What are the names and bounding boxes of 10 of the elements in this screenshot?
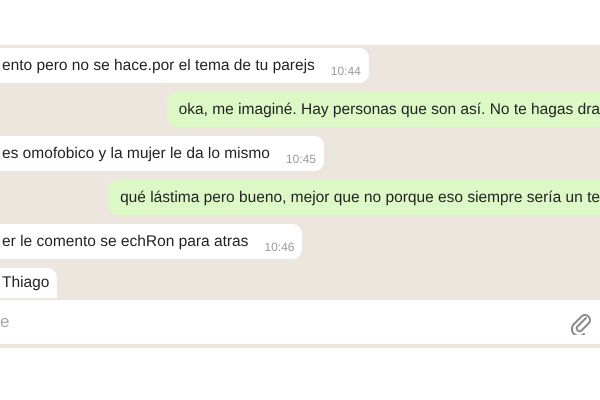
message-field[interactable]: e — [0, 300, 600, 344]
message-time: 10:44 — [330, 64, 361, 78]
message-text: oka, me imaginé. Hay personas que son así. No te hagas dra — [178, 100, 600, 118]
message-time: 10:45 — [286, 152, 316, 166]
message-text: ento pero no se hace.por el tema de tu parejs — [2, 56, 315, 74]
message-text: er le comento se echRon para atras — [2, 232, 248, 250]
message-text: qué lástima pero bueno, mejor que no porque eso siempre sería un te — [120, 188, 600, 206]
message-text: Thiago — [2, 273, 50, 293]
message-text: es omofobico y la mujer le da lo mismo — [2, 144, 270, 162]
message-time: 10:46 — [264, 240, 294, 254]
